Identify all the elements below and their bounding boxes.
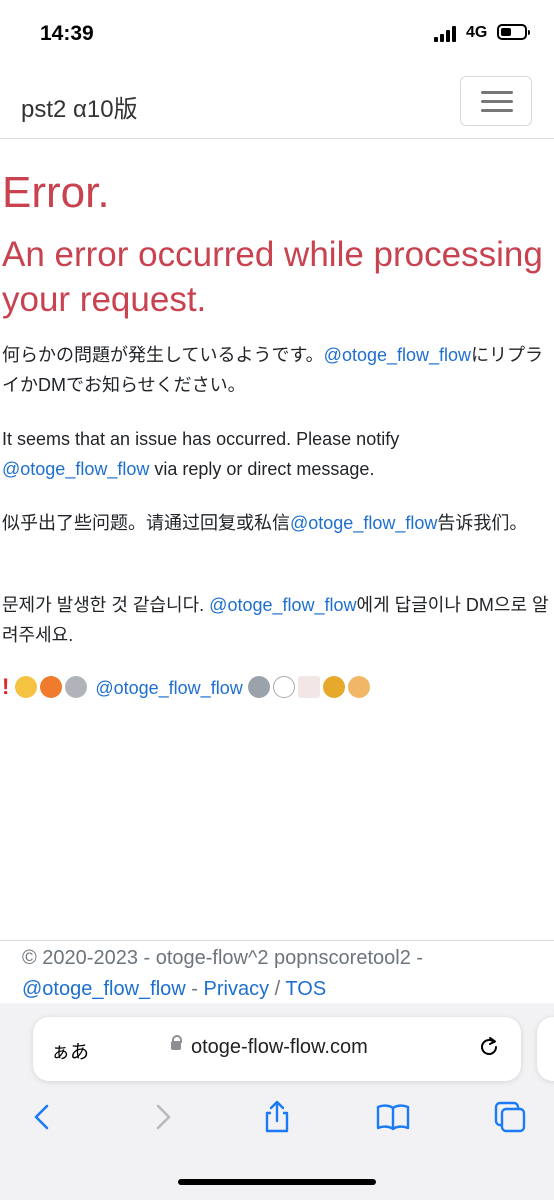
dizzy-face-icon xyxy=(15,676,38,698)
bookmarks-icon[interactable] xyxy=(375,1099,411,1135)
error-subtitle: An error occurred while processing your … xyxy=(2,235,543,319)
main-content: Error. An error occurred while processin… xyxy=(0,160,554,699)
home-indicator xyxy=(178,1179,376,1185)
battery-icon xyxy=(497,24,527,40)
tornado-icon xyxy=(65,676,88,698)
lock-icon xyxy=(171,1035,182,1050)
reload-icon[interactable] xyxy=(477,1035,501,1059)
network-type: 4G xyxy=(466,24,488,41)
browser-toolbar: ぁあ otoge-flow-flow.com xyxy=(0,1003,554,1200)
share-icon[interactable] xyxy=(259,1099,295,1135)
status-bar: 14:39 4G xyxy=(0,0,554,70)
menu-toggle-button[interactable] xyxy=(460,76,532,126)
love-letter-icon xyxy=(297,676,320,698)
status-time: 14:39 xyxy=(40,22,94,45)
address-domain[interactable]: otoge-flow-flow.com xyxy=(191,1036,368,1059)
twitter-handle-link[interactable]: @otoge_flow_flow xyxy=(209,595,356,615)
next-tab-preview[interactable] xyxy=(537,1017,554,1081)
megaphone-icon xyxy=(322,676,345,698)
folded-hands-icon xyxy=(347,676,370,698)
privacy-link[interactable]: Privacy xyxy=(204,978,270,1000)
twitter-handle-link[interactable]: @otoge_flow_flow xyxy=(290,513,437,533)
footer-text: © 2020-2023 - otoge-flow^2 popnscoretool… xyxy=(22,947,424,1000)
message-english: It seems that an issue has occurred. Ple… xyxy=(2,429,400,479)
exclamation-icon: ! xyxy=(2,674,10,699)
hamburger-icon xyxy=(481,91,513,94)
message-emoji: ! @otoge_flow_flow xyxy=(0,672,550,703)
footer-twitter-link[interactable]: @otoge_flow_flow xyxy=(22,978,186,1000)
tabs-icon[interactable] xyxy=(492,1099,528,1135)
cellular-signal-icon xyxy=(434,26,460,42)
message-japanese: 何らかの問題が発生しているようです。@otoge_flow_flowにリプライか… xyxy=(2,345,544,395)
site-brand[interactable]: pst2 α10版 xyxy=(21,89,138,124)
speech-bubble-icon xyxy=(272,676,295,698)
twitter-handle-link[interactable]: @otoge_flow_flow xyxy=(95,678,242,698)
battery-tip xyxy=(528,30,530,35)
footer: © 2020-2023 - otoge-flow^2 popnscoretool… xyxy=(0,940,554,1003)
bird-icon xyxy=(247,676,270,698)
twitter-handle-link[interactable]: @otoge_flow_flow xyxy=(2,459,149,479)
tos-link[interactable]: TOS xyxy=(285,978,326,1000)
text-size-button[interactable]: ぁあ xyxy=(51,1037,89,1064)
message-korean: 문제가 발생한 것 같습니다. @otoge_flow_flow에게 답글이나 … xyxy=(2,595,549,645)
copyright-text: © 2020-2023 - otoge-flow^2 popnscoretool… xyxy=(22,947,424,969)
error-title: Error. xyxy=(2,168,110,217)
forward-icon[interactable] xyxy=(144,1099,180,1135)
twitter-handle-link[interactable]: @otoge_flow_flow xyxy=(324,345,471,365)
back-icon[interactable] xyxy=(25,1099,61,1135)
message-chinese: 似乎出了些问题。请通过回复或私信@otoge_flow_flow告诉我们。 xyxy=(2,513,528,533)
address-bar[interactable]: ぁあ otoge-flow-flow.com xyxy=(33,1017,521,1081)
navbar: pst2 α10版 xyxy=(0,70,554,139)
collision-icon xyxy=(40,676,63,698)
